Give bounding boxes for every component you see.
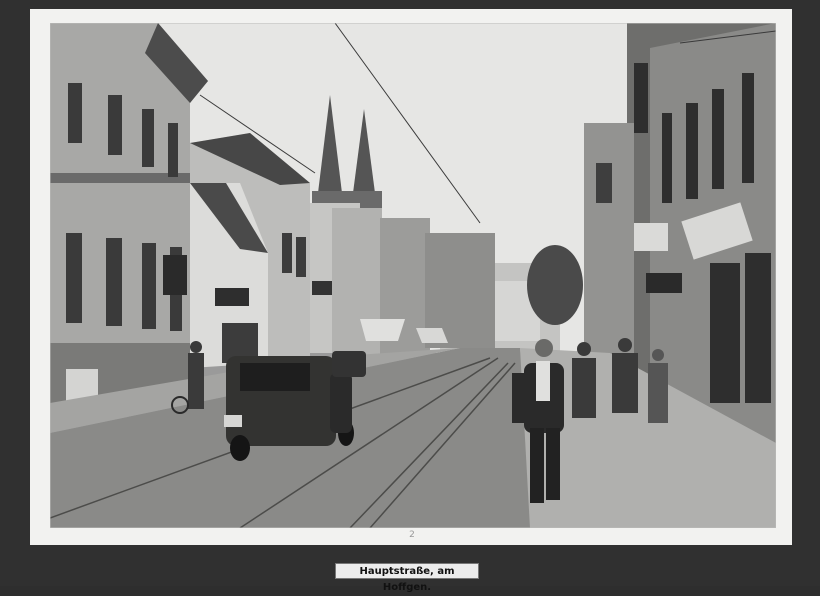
left-corner-building: [50, 23, 208, 409]
photo-caption-label: Hauptstraße, am Hoffgen.: [335, 563, 479, 593]
left-shop-sign: [163, 255, 187, 295]
distant-car: [332, 351, 366, 377]
album-page: 2 Hauptstraße, am Hoffgen.: [0, 0, 820, 593]
page-number: 2: [409, 530, 415, 540]
tree: [527, 245, 583, 325]
street-photograph: [50, 23, 776, 528]
